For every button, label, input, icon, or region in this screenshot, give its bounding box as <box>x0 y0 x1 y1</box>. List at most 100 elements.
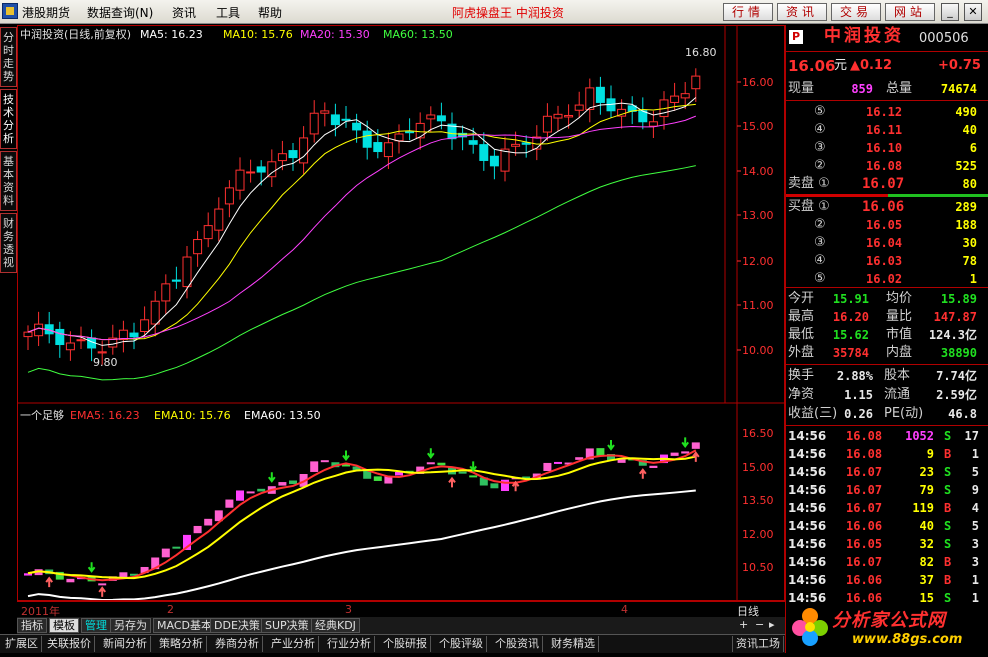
tick-row[interactable]: 14:56 16.06 40 S 5 <box>786 517 988 535</box>
time-axis: 2011年 2 3 4 日线 <box>17 601 785 618</box>
buy-level-row[interactable]: ③ 16.04 30 <box>786 234 988 252</box>
candle-body <box>203 225 213 240</box>
stat-value: 1.15 <box>844 388 873 402</box>
buy-level-row[interactable]: ⑤ 16.02 1 <box>786 270 988 288</box>
candle-body <box>161 283 171 302</box>
tick-row[interactable]: 14:56 16.05 32 S 3 <box>786 535 988 553</box>
menu-help[interactable]: 帮助 <box>258 4 282 21</box>
sell-level-row[interactable]: ⑤ 16.12 490 <box>786 103 988 121</box>
tab-news-analysis[interactable]: 新闻分析 <box>100 636 151 652</box>
app-title: 阿虎操盘王 中润投资 <box>452 6 564 20</box>
ema-line <box>27 489 696 601</box>
tab-kdj[interactable]: 经典KDJ <box>311 618 360 633</box>
tick-price: 16.07 <box>846 501 883 515</box>
tab-sup[interactable]: SUP决策 <box>261 618 313 633</box>
tab-research[interactable]: 个股研报 <box>380 636 431 652</box>
tab-intraday[interactable]: 分时走势 <box>0 27 17 87</box>
tab-extension[interactable]: 扩展区 <box>2 636 42 652</box>
tab-template[interactable]: 模板 <box>49 618 79 633</box>
tick-row[interactable]: 14:56 16.08 9 B 1 <box>786 445 988 463</box>
tick-time: 14:56 <box>788 429 827 443</box>
sell-level-row[interactable]: ③ 16.10 6 <box>786 139 988 157</box>
tick-volume: 79 <box>919 483 934 497</box>
moving-average-line <box>27 97 697 346</box>
ask-price: 16.12 <box>866 105 903 119</box>
ask-price: 16.11 <box>866 123 903 137</box>
stat-value: 0.26 <box>844 407 873 421</box>
candle-body <box>76 339 86 342</box>
kline-chart[interactable]: 中润投资(日线,前复权) MA5: 16.23 MA10: 15.76 MA20… <box>18 26 784 601</box>
candle-body <box>341 118 351 121</box>
tick-price: 16.08 <box>846 447 883 461</box>
ema10-legend: EMA10: 15.76 <box>154 409 231 422</box>
tick-count: 1 <box>971 573 979 587</box>
candle-body <box>553 113 563 119</box>
bid-price: 16.03 <box>866 254 903 268</box>
tab-finance-picks[interactable]: 财务精选 <box>548 636 599 652</box>
signal-bar <box>172 546 181 549</box>
bid-volume: 188 <box>955 218 977 232</box>
candle-body <box>299 137 309 164</box>
stat-value: 46.8 <box>948 407 977 421</box>
tick-row[interactable]: 14:56 16.07 23 S 5 <box>786 463 988 481</box>
tab-indicator[interactable]: 指标 <box>17 618 47 633</box>
signal-bar <box>204 518 213 526</box>
tab-sector[interactable]: 行业分析 <box>324 636 375 652</box>
tab-fundamentals[interactable]: 基本资料 <box>0 151 17 211</box>
tick-count: 3 <box>971 537 979 551</box>
tab-rating[interactable]: 个股评级 <box>436 636 487 652</box>
price-unit: 元 <box>834 58 848 73</box>
tick-time: 14:56 <box>788 501 827 515</box>
watermark-url: www.88gs.com <box>852 632 963 647</box>
tab-save-as[interactable]: 另存为 <box>110 618 151 633</box>
stat-value: 15.91 <box>832 292 869 306</box>
tick-row[interactable]: 14:56 16.08 1052 S 17 <box>786 427 988 445</box>
buy-level-row[interactable]: ④ 16.03 78 <box>786 252 988 270</box>
tick-row[interactable]: 14:56 16.07 79 S 9 <box>786 481 988 499</box>
stat-value: 2.59亿 <box>936 388 977 402</box>
website-button[interactable]: 网站 <box>885 3 935 21</box>
scroll-minus-icon[interactable]: − <box>755 618 764 631</box>
tab-strategy[interactable]: 策略分析 <box>156 636 207 652</box>
tab-macd[interactable]: MACD基本 <box>153 618 216 633</box>
tick-side: S <box>944 537 952 551</box>
tab-dde[interactable]: DDE决策 <box>210 618 264 633</box>
stock-code: 000506 <box>919 31 969 46</box>
tab-technical[interactable]: 技术分析 <box>0 89 17 149</box>
time-tick: 2 <box>167 603 174 616</box>
signal-bar <box>310 461 319 472</box>
tick-price: 16.07 <box>846 555 883 569</box>
chart-area[interactable]: 中润投资(日线,前复权) MA5: 16.23 MA10: 15.76 MA20… <box>17 25 785 601</box>
bid-volume: 1 <box>969 272 977 286</box>
candle-body <box>542 115 552 133</box>
y-tick-sub: 12.00 <box>742 528 774 541</box>
stat-row: 收益(三) 0.26 PE(动) 46.8 <box>786 405 988 423</box>
news-button[interactable]: 资讯 <box>777 3 827 21</box>
tab-info-workshop[interactable]: 资讯工场 <box>732 636 784 652</box>
tab-industry-chain[interactable]: 产业分析 <box>268 636 319 652</box>
scroll-right-icon[interactable]: ▸ <box>769 618 775 631</box>
tab-manage[interactable]: 管理 <box>81 618 111 633</box>
sell-level-row[interactable]: ② 16.08 525 <box>786 157 988 175</box>
tab-stock-news[interactable]: 个股资讯 <box>492 636 543 652</box>
tick-row[interactable]: 14:56 16.07 82 B 3 <box>786 553 988 571</box>
tab-related-quotes[interactable]: 关联报价 <box>44 636 95 652</box>
candle-body <box>267 161 277 178</box>
minimize-icon[interactable]: _ <box>941 3 959 21</box>
scroll-left-icon[interactable]: + <box>739 618 748 631</box>
tab-broker[interactable]: 券商分析 <box>212 636 263 652</box>
menu-data-query[interactable]: 数据查询(N) <box>87 4 153 21</box>
watermark: 分析家公式网 www.88gs.com <box>788 604 986 654</box>
tick-row[interactable]: 14:56 16.06 37 B 1 <box>786 571 988 589</box>
menu-news[interactable]: 资讯 <box>172 4 196 21</box>
menu-tools[interactable]: 工具 <box>216 4 240 21</box>
tick-row[interactable]: 14:56 16.07 119 B 4 <box>786 499 988 517</box>
trade-button[interactable]: 交易 <box>831 3 881 21</box>
menu-futures[interactable]: 港股期货 <box>22 4 70 21</box>
sell-level-row[interactable]: ④ 16.11 40 <box>786 121 988 139</box>
candle-body <box>511 143 521 147</box>
buy-level-row[interactable]: ② 16.05 188 <box>786 216 988 234</box>
tab-financials[interactable]: 财务透视 <box>0 213 17 273</box>
close-icon[interactable]: ✕ <box>964 3 982 21</box>
quotes-button[interactable]: 行情 <box>723 3 773 21</box>
